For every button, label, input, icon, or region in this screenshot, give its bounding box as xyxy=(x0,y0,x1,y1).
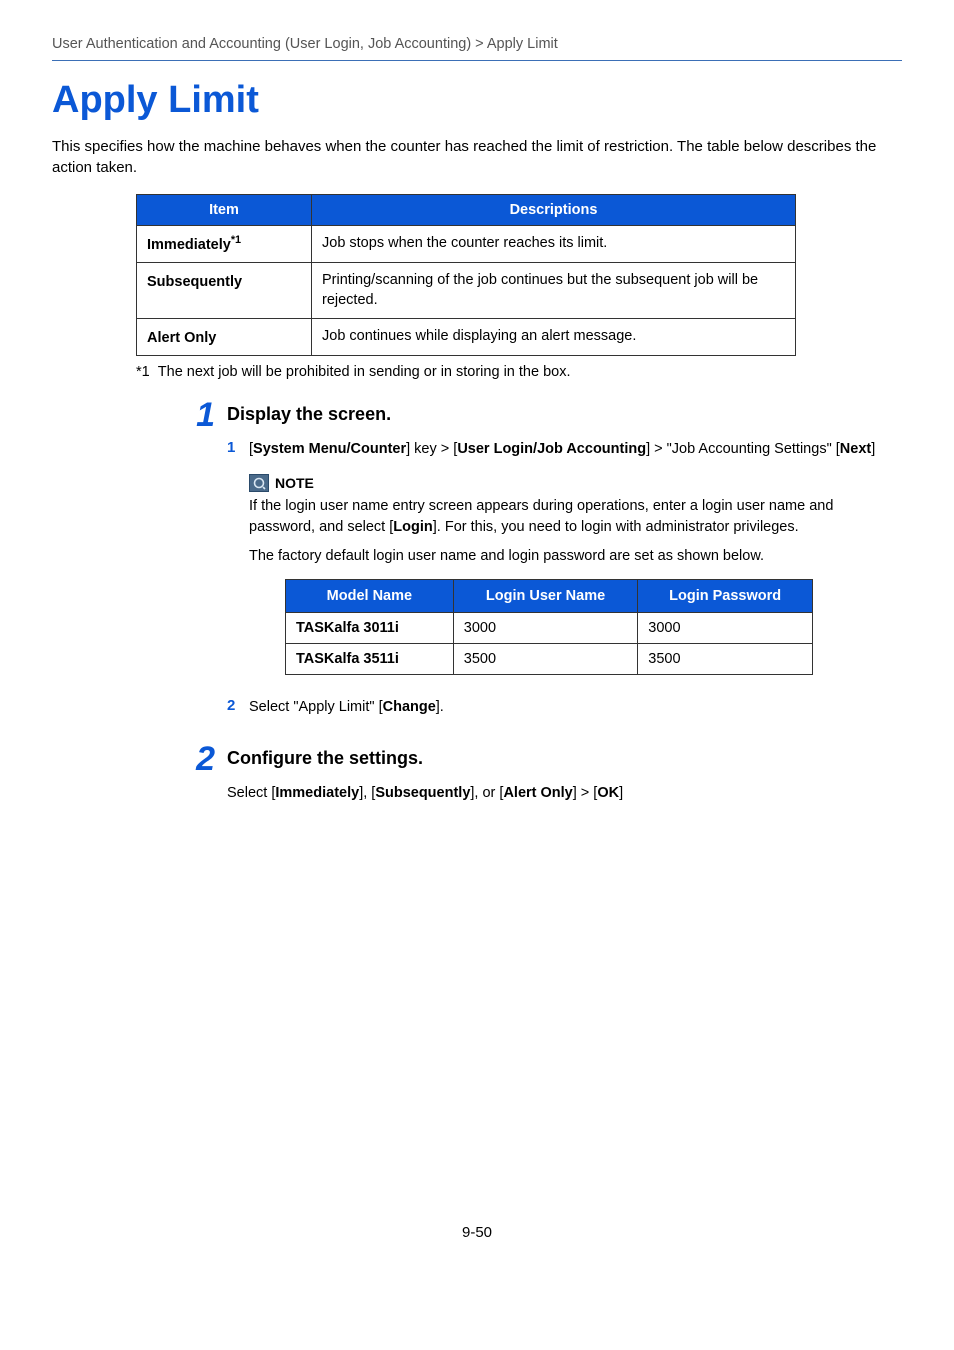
note-line-2: The factory default login user name and … xyxy=(249,546,902,567)
table-row: TASKalfa 3511i 3500 3500 xyxy=(286,643,813,674)
descriptions-table: Item Descriptions Immediately*1 Job stop… xyxy=(136,194,796,356)
desc-table-header-desc: Descriptions xyxy=(312,195,796,226)
desc-item-cell: Alert Only xyxy=(137,318,312,355)
login-pass-cell: 3500 xyxy=(638,643,813,674)
table-row: Alert Only Job continues while displayin… xyxy=(137,318,796,355)
note-label: NOTE xyxy=(275,475,314,491)
substep-body: [System Menu/Counter] key > [User Login/… xyxy=(249,439,902,460)
header-rule xyxy=(52,60,902,61)
login-table-header-pass: Login Password xyxy=(638,579,813,612)
table-row: Immediately*1 Job stops when the counter… xyxy=(137,226,796,263)
note-box: NOTE If the login user name entry screen… xyxy=(249,474,902,675)
breadcrumb: User Authentication and Accounting (User… xyxy=(52,36,902,58)
table-row: TASKalfa 3011i 3000 3000 xyxy=(286,612,813,643)
table-row: Subsequently Printing/scanning of the jo… xyxy=(137,263,796,319)
login-credentials-table: Model Name Login User Name Login Passwor… xyxy=(285,579,813,675)
login-user-cell: 3500 xyxy=(453,643,638,674)
step-body: Select [Immediately], [Subsequently], or… xyxy=(227,783,902,804)
login-table-header-model: Model Name xyxy=(286,579,454,612)
desc-table-header-item: Item xyxy=(137,195,312,226)
step-heading: Configure the settings. xyxy=(227,748,902,769)
step-heading: Display the screen. xyxy=(227,404,902,425)
page-title: Apply Limit xyxy=(52,79,902,122)
substep-number: 2 xyxy=(227,697,249,718)
desc-text-cell: Job stops when the counter reaches its l… xyxy=(312,226,796,263)
step-number: 1 xyxy=(187,398,227,728)
substep-1-1: 1 [System Menu/Counter] key > [User Logi… xyxy=(227,439,902,460)
note-line-1: If the login user name entry screen appe… xyxy=(249,496,902,538)
desc-text-cell: Job continues while displaying an alert … xyxy=(312,318,796,355)
step-1: 1 Display the screen. 1 [System Menu/Cou… xyxy=(187,402,902,728)
login-table-header-user: Login User Name xyxy=(453,579,638,612)
footnote: *1 The next job will be prohibited in se… xyxy=(136,364,902,380)
model-name-cell: TASKalfa 3011i xyxy=(286,612,454,643)
model-name-cell: TASKalfa 3511i xyxy=(286,643,454,674)
login-user-cell: 3000 xyxy=(453,612,638,643)
desc-text-cell: Printing/scanning of the job continues b… xyxy=(312,263,796,319)
step-2: 2 Configure the settings. Select [Immedi… xyxy=(187,746,902,804)
desc-item-cell: Immediately*1 xyxy=(137,226,312,263)
step-number: 2 xyxy=(187,742,227,804)
page-number: 9-50 xyxy=(52,1224,902,1241)
intro-paragraph: This specifies how the machine behaves w… xyxy=(52,136,902,178)
substep-1-2: 2 Select "Apply Limit" [Change]. xyxy=(227,697,902,718)
desc-item-cell: Subsequently xyxy=(137,263,312,319)
login-pass-cell: 3000 xyxy=(638,612,813,643)
note-icon xyxy=(249,474,269,492)
substep-body: Select "Apply Limit" [Change]. xyxy=(249,697,902,718)
substep-number: 1 xyxy=(227,439,249,460)
